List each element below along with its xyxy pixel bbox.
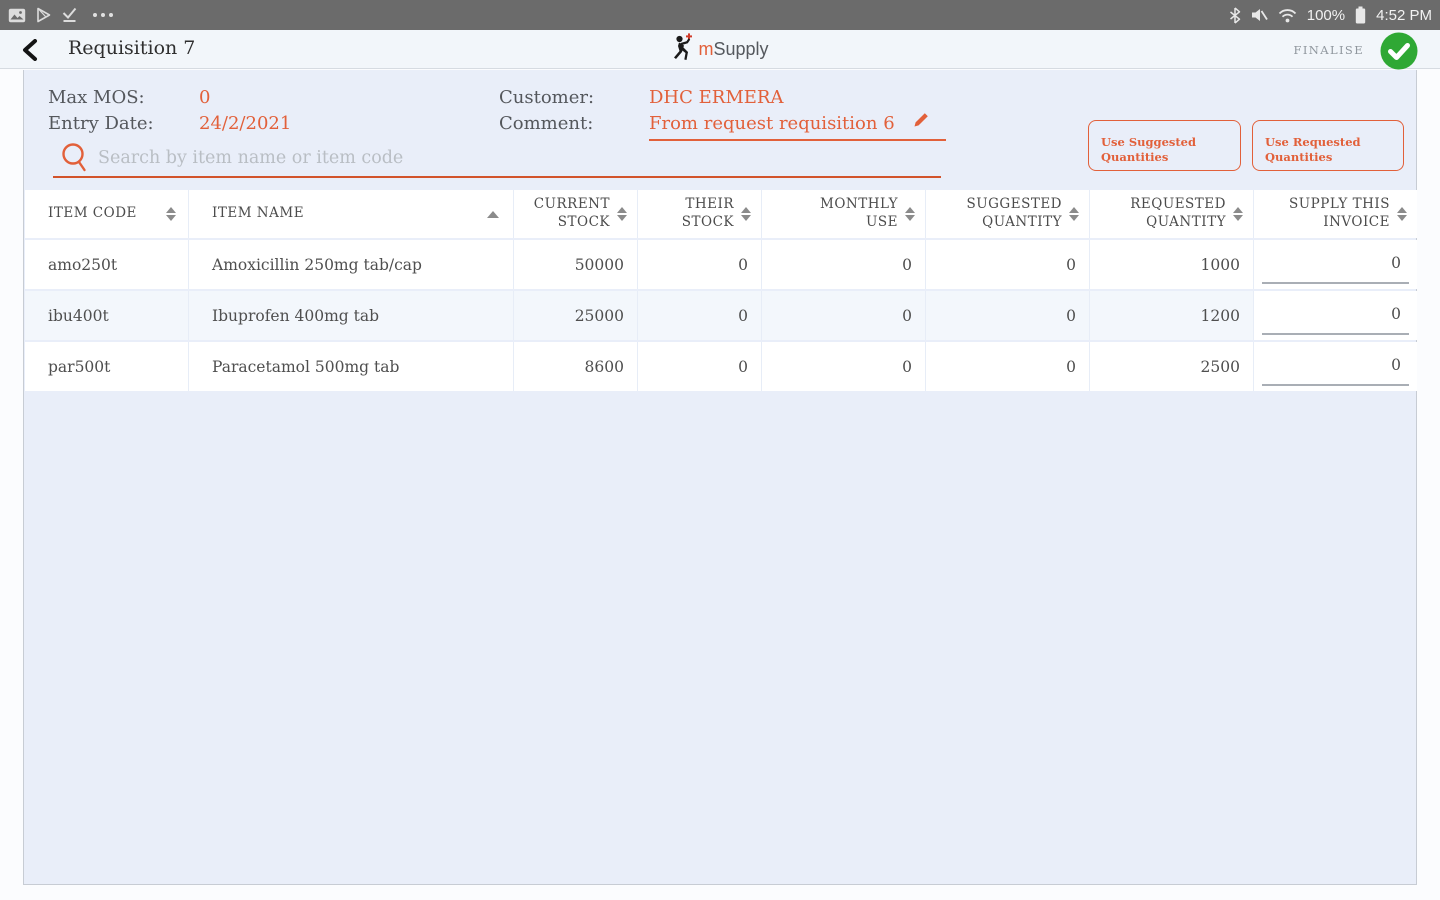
battery-percent-label: 100% bbox=[1307, 7, 1345, 24]
item-code-cell: amo250t bbox=[25, 240, 189, 289]
max-mos-value: 0 bbox=[199, 85, 291, 111]
supply-this-invoice-cell bbox=[1254, 291, 1417, 340]
their-stock-cell: 0 bbox=[638, 342, 762, 391]
monthly-use-cell: 0 bbox=[762, 240, 926, 289]
sort-icon bbox=[1069, 207, 1079, 221]
customer-value: DHC ERMERA bbox=[649, 85, 946, 111]
sort-icon bbox=[905, 207, 915, 221]
item-code-cell: par500t bbox=[25, 342, 189, 391]
table-row: ibu400t Ibuprofen 400mg tab 25000 0 0 0 … bbox=[25, 291, 1417, 340]
sort-icon bbox=[741, 207, 751, 221]
supply-this-invoice-input[interactable] bbox=[1262, 297, 1409, 333]
clock-label: 4:52 PM bbox=[1376, 7, 1432, 24]
entry-date-label: Entry Date: bbox=[48, 111, 199, 137]
play-store-icon bbox=[36, 7, 52, 23]
more-notifications-icon bbox=[93, 13, 113, 17]
item-name-cell: Ibuprofen 400mg tab bbox=[189, 291, 514, 340]
item-name-cell: Paracetamol 500mg tab bbox=[189, 342, 514, 391]
sort-icon bbox=[617, 207, 627, 221]
item-name-cell: Amoxicillin 250mg tab/cap bbox=[189, 240, 514, 289]
column-header-supply-this-invoice[interactable]: SUPPLY THISINVOICE bbox=[1254, 190, 1417, 238]
msupply-logo: mSupply bbox=[0, 30, 1440, 69]
table-header-row: ITEM CODE ITEM NAME CURRENTSTOCK THEIRST… bbox=[25, 190, 1417, 238]
use-requested-quantities-button[interactable]: Use Requested Quantities bbox=[1252, 120, 1404, 171]
their-stock-cell: 0 bbox=[638, 240, 762, 289]
column-header-current-stock[interactable]: CURRENTSTOCK bbox=[514, 190, 638, 238]
requisition-meta-left: Max MOS: 0 Entry Date: 24/2/2021 bbox=[48, 85, 291, 137]
suggested-quantity-cell: 0 bbox=[926, 342, 1090, 391]
sound-muted-icon bbox=[1251, 7, 1268, 23]
table-row: amo250t Amoxicillin 250mg tab/cap 50000 … bbox=[25, 240, 1417, 289]
monthly-use-cell: 0 bbox=[762, 291, 926, 340]
download-complete-icon bbox=[62, 7, 77, 23]
screenshot-image-icon bbox=[8, 8, 26, 23]
their-stock-cell: 0 bbox=[638, 291, 762, 340]
requisition-card: Max MOS: 0 Entry Date: 24/2/2021 Custome… bbox=[23, 70, 1417, 885]
sort-ascending-icon bbox=[487, 211, 499, 218]
supply-this-invoice-input[interactable] bbox=[1262, 246, 1409, 282]
column-header-their-stock[interactable]: THEIRSTOCK bbox=[638, 190, 762, 238]
column-header-requested-quantity[interactable]: REQUESTEDQUANTITY bbox=[1090, 190, 1254, 238]
requested-quantity-cell: 1000 bbox=[1090, 240, 1254, 289]
requisition-items-table: ITEM CODE ITEM NAME CURRENTSTOCK THEIRST… bbox=[25, 190, 1417, 393]
finalise-label[interactable]: FINALISE bbox=[1293, 43, 1364, 57]
finalise-check-button[interactable] bbox=[1380, 32, 1418, 70]
requisition-meta-right: Customer: DHC ERMERA Comment: From reque… bbox=[499, 85, 946, 141]
max-mos-label: Max MOS: bbox=[48, 85, 199, 111]
wifi-icon bbox=[1278, 8, 1297, 23]
current-stock-cell: 50000 bbox=[514, 240, 638, 289]
sort-icon bbox=[1233, 207, 1243, 221]
supply-this-invoice-cell bbox=[1254, 342, 1417, 391]
app-header: Requisition 7 mSupply FINALISE bbox=[0, 30, 1440, 69]
column-header-monthly-use[interactable]: MONTHLYUSE bbox=[762, 190, 926, 238]
msupply-runner-icon bbox=[671, 33, 693, 67]
comment-label: Comment: bbox=[499, 111, 649, 141]
search-icon bbox=[60, 141, 92, 179]
msupply-wordmark: mSupply bbox=[698, 39, 768, 60]
bluetooth-icon bbox=[1229, 7, 1241, 24]
customer-label: Customer: bbox=[499, 85, 649, 111]
battery-icon bbox=[1355, 6, 1366, 24]
current-stock-cell: 25000 bbox=[514, 291, 638, 340]
requested-quantity-cell: 1200 bbox=[1090, 291, 1254, 340]
column-header-suggested-quantity[interactable]: SUGGESTEDQUANTITY bbox=[926, 190, 1090, 238]
suggested-quantity-cell: 0 bbox=[926, 291, 1090, 340]
table-row: par500t Paracetamol 500mg tab 8600 0 0 0… bbox=[25, 342, 1417, 391]
supply-this-invoice-cell bbox=[1254, 240, 1417, 289]
use-suggested-quantities-button[interactable]: Use Suggested Quantities bbox=[1088, 120, 1241, 171]
android-status-bar: 100% 4:52 PM bbox=[0, 0, 1440, 30]
column-header-item-name[interactable]: ITEM NAME bbox=[189, 190, 514, 238]
comment-value: From request requisition 6 bbox=[649, 113, 895, 134]
suggested-quantity-cell: 0 bbox=[926, 240, 1090, 289]
current-stock-cell: 8600 bbox=[514, 342, 638, 391]
edit-pencil-icon[interactable] bbox=[913, 110, 930, 136]
column-header-item-code[interactable]: ITEM CODE bbox=[25, 190, 189, 238]
search-underline bbox=[53, 176, 941, 178]
sort-icon bbox=[1397, 207, 1407, 221]
entry-date-value: 24/2/2021 bbox=[199, 111, 291, 137]
monthly-use-cell: 0 bbox=[762, 342, 926, 391]
supply-this-invoice-input[interactable] bbox=[1262, 348, 1409, 384]
item-code-cell: ibu400t bbox=[25, 291, 189, 340]
sort-icon bbox=[166, 207, 176, 221]
comment-editable-field[interactable]: From request requisition 6 bbox=[649, 111, 946, 141]
search-input[interactable] bbox=[98, 143, 928, 173]
requested-quantity-cell: 2500 bbox=[1090, 342, 1254, 391]
